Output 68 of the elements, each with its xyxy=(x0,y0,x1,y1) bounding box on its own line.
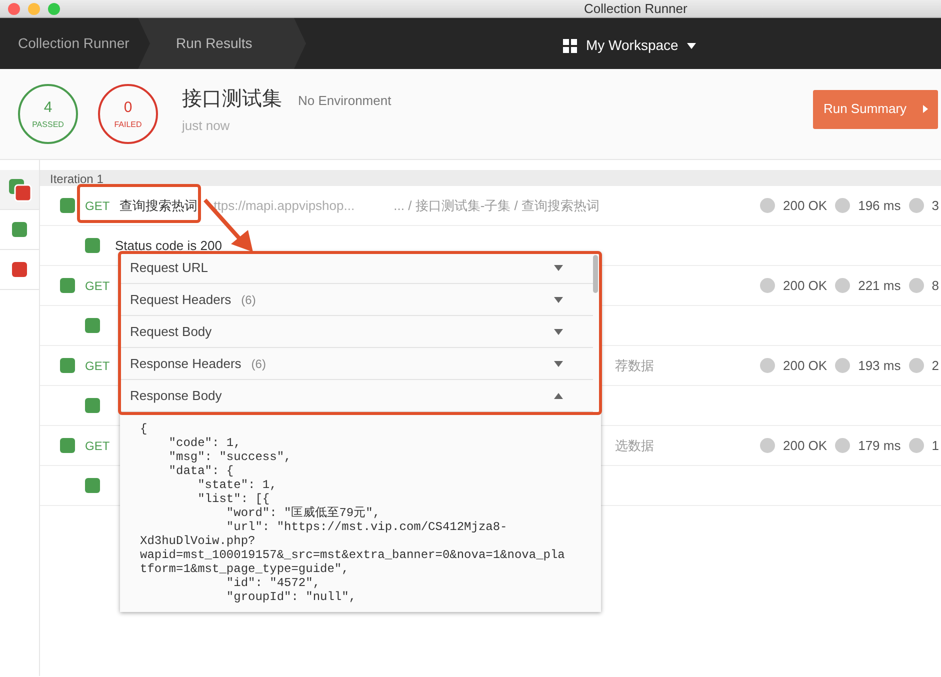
grid-icon xyxy=(563,38,577,52)
iteration-header: Iteration 1 xyxy=(40,170,941,186)
response-time: 196 ms xyxy=(858,196,901,215)
size-icon xyxy=(908,278,924,293)
clock-icon xyxy=(835,438,850,453)
clock-icon xyxy=(835,278,850,293)
expand-icon xyxy=(554,296,563,302)
collapse-icon xyxy=(554,392,563,398)
method-label: GET xyxy=(85,198,110,214)
method-label: GET xyxy=(85,278,110,294)
response-time: 179 ms xyxy=(858,436,901,455)
clock-icon xyxy=(835,198,850,213)
expand-icon xyxy=(554,360,563,366)
section-header[interactable]: Response Body xyxy=(120,380,593,412)
caret-icon xyxy=(922,105,928,113)
response-size: 2 xyxy=(932,356,939,375)
count-label: (6) xyxy=(241,292,256,308)
collection-title: 接口测试集 xyxy=(182,87,282,112)
size-icon xyxy=(908,438,924,453)
request-row[interactable]: GET 查询搜索热词 ttps://mapi.appvipshop... ... / 接口测试集-子集 / 查询搜索热词 200 OK 196 ms 3 xyxy=(40,186,941,226)
section-header[interactable]: Request URL xyxy=(120,252,593,284)
size-icon xyxy=(908,198,924,213)
response-time: 221 ms xyxy=(858,276,901,295)
expand-icon xyxy=(554,264,563,270)
status-icon xyxy=(760,358,775,373)
clock-icon xyxy=(835,358,850,373)
request-path: 选数据 xyxy=(615,436,654,455)
response-body: { "code": 1, "msg": "success", "data": { "state": 1, "list": [{ "word": "匡威低至79元", "url": "https://mst.vip.com/CS412Mjza8- Xd3huDlVoiw.php? wapid=mst_100019157&_src=mst&extra_banner=0&nova=1&nova_pla tform=1&mst_page_type=guide", "id": "4572", "groupId": "null", xyxy=(139,421,566,606)
request-url: ttps://mapi.appvipshop... xyxy=(214,196,356,215)
breadcrumb-tab[interactable]: Run Results xyxy=(138,18,306,69)
close-button[interactable] xyxy=(8,3,20,15)
status-code: 200 OK xyxy=(783,356,828,375)
iteration-item[interactable] xyxy=(0,170,39,210)
run-time: just now xyxy=(182,117,231,136)
section-header[interactable]: Request Headers (6) xyxy=(120,284,593,316)
response-size: 1 xyxy=(932,436,939,455)
status-code: 200 OK xyxy=(783,276,828,295)
request-path: ... / 接口测试集-子集 / 查询搜索热词 xyxy=(394,196,600,215)
request-path: 荐数据 xyxy=(615,356,654,375)
failed-counter: 0 FAILED xyxy=(98,84,158,144)
environment-label: No Environment xyxy=(298,92,392,110)
window-title: Collection Runner xyxy=(584,1,688,16)
minimize-button[interactable] xyxy=(28,3,40,15)
scrollbar[interactable] xyxy=(593,255,598,293)
expand-icon xyxy=(554,328,563,334)
status-icon xyxy=(760,198,775,213)
section-header[interactable]: Response Headers (6) xyxy=(120,348,593,380)
test-name: Status code is 200 xyxy=(115,236,222,255)
status-icon xyxy=(8,178,32,202)
response-size: 3 xyxy=(932,196,939,215)
size-icon xyxy=(908,358,924,373)
status-icon xyxy=(760,278,775,293)
status-icon xyxy=(12,262,27,277)
response-time: 193 ms xyxy=(858,356,901,375)
response-size: 8 xyxy=(932,276,939,295)
count-label: (6) xyxy=(251,356,266,372)
status-code: 200 OK xyxy=(783,436,828,455)
zoom-button[interactable] xyxy=(48,3,60,15)
status-icon xyxy=(12,222,27,237)
request-name: 查询搜索热词 xyxy=(120,196,198,215)
caret-icon xyxy=(687,42,696,48)
status-code: 200 OK xyxy=(783,196,828,215)
method-label: GET xyxy=(85,438,110,454)
section-header[interactable]: Request Body xyxy=(120,316,593,348)
method-label: GET xyxy=(85,358,110,374)
passed-counter: 4 PASSED xyxy=(18,84,78,144)
workspace-dropdown[interactable]: My Workspace xyxy=(586,35,678,56)
status-icon xyxy=(760,438,775,453)
